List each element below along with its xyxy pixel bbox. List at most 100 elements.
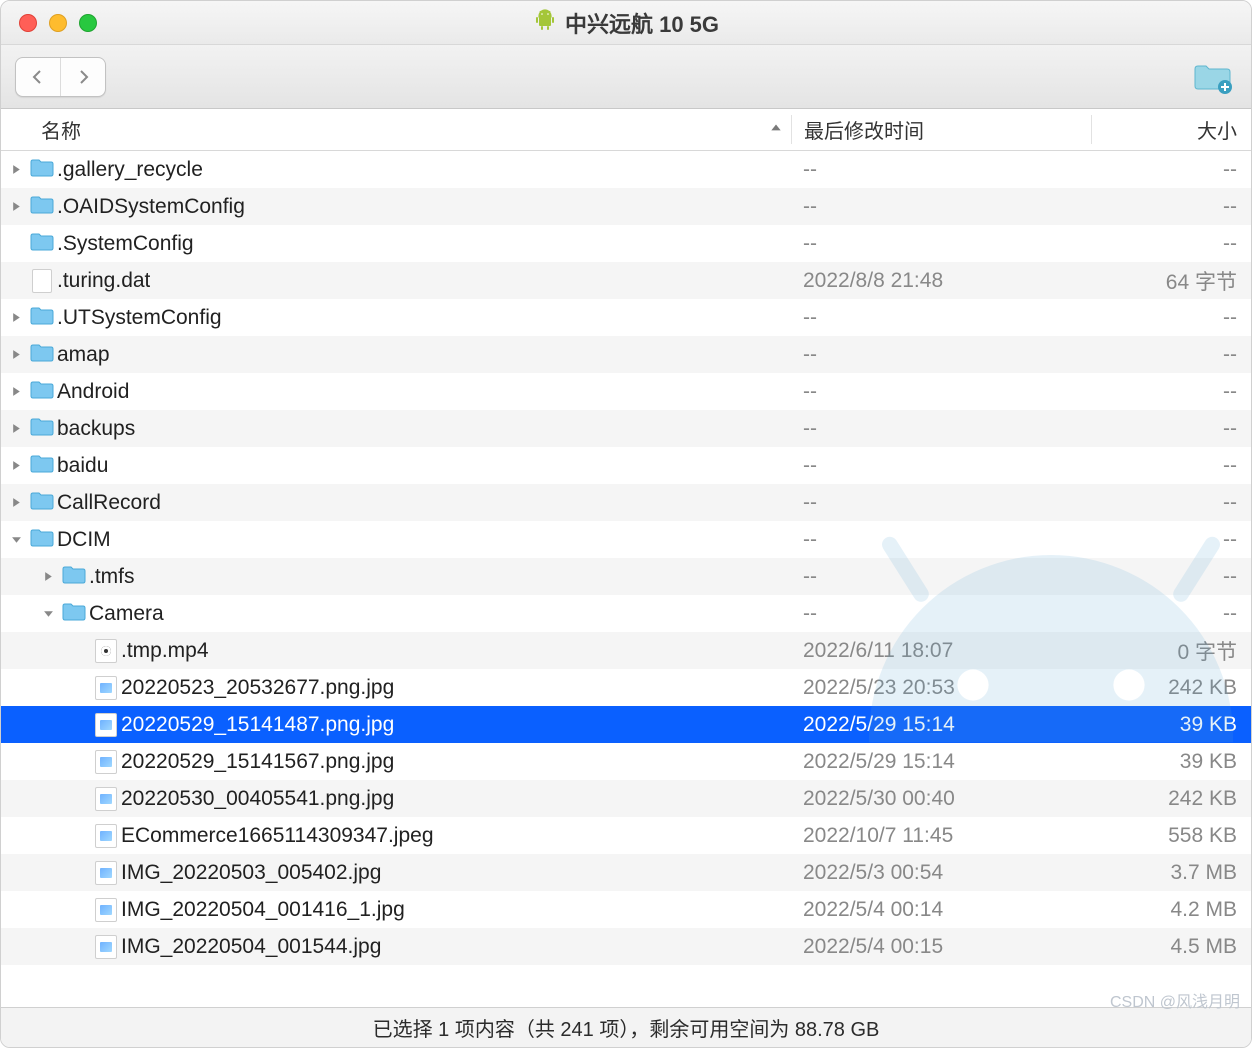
- file-name: IMG_20220504_001416_1.jpg: [121, 898, 405, 922]
- video-file-icon: [95, 639, 117, 663]
- cell-date: 2022/5/4 00:14: [791, 898, 1091, 922]
- folder-icon: [61, 600, 87, 628]
- cell-name: IMG_20220504_001544.jpg: [1, 935, 791, 959]
- file-name: .tmfs: [89, 565, 135, 589]
- table-row[interactable]: .tmp.mp42022/6/11 18:070 字节: [1, 632, 1251, 669]
- disclosure-triangle-icon[interactable]: [5, 164, 27, 175]
- image-file-icon: [95, 713, 117, 737]
- cell-size: --: [1091, 158, 1251, 182]
- image-file-icon: [95, 935, 117, 959]
- file-list[interactable]: .gallery_recycle----.OAIDSystemConfig---…: [1, 151, 1251, 1007]
- file-name: Android: [57, 380, 129, 404]
- cell-size: --: [1091, 306, 1251, 330]
- cell-date: 2022/5/29 15:14: [791, 713, 1091, 737]
- column-date-label: 最后修改时间: [804, 121, 924, 143]
- disclosure-triangle-icon[interactable]: [5, 312, 27, 323]
- table-row[interactable]: Android----: [1, 373, 1251, 410]
- file-name: DCIM: [57, 528, 111, 552]
- file-name: IMG_20220503_005402.jpg: [121, 861, 381, 885]
- table-row[interactable]: IMG_20220504_001416_1.jpg2022/5/4 00:144…: [1, 891, 1251, 928]
- disclosure-triangle-icon[interactable]: [5, 460, 27, 471]
- disclosure-triangle-icon[interactable]: [5, 349, 27, 360]
- folder-icon: [29, 378, 55, 406]
- table-row[interactable]: .tmfs----: [1, 558, 1251, 595]
- cell-name: Android: [1, 378, 791, 406]
- window-title-text: 中兴远航 10 5G: [565, 7, 719, 39]
- cell-date: 2022/10/7 11:45: [791, 824, 1091, 848]
- image-file-icon: [95, 787, 117, 811]
- cell-size: --: [1091, 232, 1251, 256]
- folder-icon: [29, 193, 55, 221]
- cell-size: 3.7 MB: [1091, 861, 1251, 885]
- cell-size: 242 KB: [1091, 787, 1251, 811]
- table-row[interactable]: 20220523_20532677.png.jpg2022/5/23 20:53…: [1, 669, 1251, 706]
- cell-name: 20220523_20532677.png.jpg: [1, 676, 791, 700]
- disclosure-triangle-icon[interactable]: [5, 497, 27, 508]
- table-row[interactable]: 20220529_15141567.png.jpg2022/5/29 15:14…: [1, 743, 1251, 780]
- cell-date: 2022/8/8 21:48: [791, 269, 1091, 293]
- cell-name: .gallery_recycle: [1, 156, 791, 184]
- cell-name: backups: [1, 415, 791, 443]
- disclosure-triangle-icon[interactable]: [37, 571, 59, 582]
- file-name: ECommerce1665114309347.jpeg: [121, 824, 434, 848]
- cell-size: 558 KB: [1091, 824, 1251, 848]
- table-row[interactable]: .OAIDSystemConfig----: [1, 188, 1251, 225]
- column-size[interactable]: 大小: [1091, 115, 1251, 144]
- cell-name: 20220529_15141567.png.jpg: [1, 750, 791, 774]
- cell-name: amap: [1, 341, 791, 369]
- table-row[interactable]: 20220529_15141487.png.jpg 2022/5/29 15:14…: [1, 706, 1251, 743]
- file-name: .SystemConfig: [57, 232, 194, 256]
- status-text: 已选择 1 项内容（共 241 项），剩余可用空间为 88.78 GB: [373, 1013, 880, 1042]
- folder-icon: [29, 156, 55, 184]
- table-row[interactable]: DCIM----: [1, 521, 1251, 558]
- table-row[interactable]: ECommerce1665114309347.jpeg 2022/10/7 11:…: [1, 817, 1251, 854]
- table-row[interactable]: .UTSystemConfig----: [1, 299, 1251, 336]
- table-row[interactable]: IMG_20220503_005402.jpg 2022/5/3 00:543.7…: [1, 854, 1251, 891]
- disclosure-triangle-icon[interactable]: [37, 608, 59, 619]
- table-row[interactable]: CallRecord----: [1, 484, 1251, 521]
- image-file-icon: [95, 676, 117, 700]
- table-row[interactable]: amap----: [1, 336, 1251, 373]
- column-date[interactable]: 最后修改时间: [791, 115, 1091, 144]
- window-title: 中兴远航 10 5G: [1, 7, 1251, 39]
- table-row[interactable]: 20220530_00405541.png.jpg2022/5/30 00:40…: [1, 780, 1251, 817]
- folder-icon: [29, 415, 55, 443]
- cell-name: .OAIDSystemConfig: [1, 193, 791, 221]
- finder-window: 中兴远航 10 5G 名称 最后修: [0, 0, 1252, 1048]
- table-row[interactable]: .SystemConfig ----: [1, 225, 1251, 262]
- file-name: 20220529_15141487.png.jpg: [121, 713, 394, 737]
- sort-indicator-icon: [769, 118, 783, 141]
- table-row[interactable]: backups----: [1, 410, 1251, 447]
- file-name: .OAIDSystemConfig: [57, 195, 245, 219]
- titlebar: 中兴远航 10 5G: [1, 1, 1251, 45]
- file-name: amap: [57, 343, 110, 367]
- cell-date: 2022/6/11 18:07: [791, 639, 1091, 663]
- file-name: 20220529_15141567.png.jpg: [121, 750, 394, 774]
- cell-date: 2022/5/3 00:54: [791, 861, 1091, 885]
- folder-icon: [29, 304, 55, 332]
- image-file-icon: [95, 750, 117, 774]
- forward-button[interactable]: [61, 58, 105, 96]
- disclosure-triangle-icon[interactable]: [5, 201, 27, 212]
- cell-date: 2022/5/4 00:15: [791, 935, 1091, 959]
- folder-icon: [61, 563, 87, 591]
- cell-name: Camera: [1, 600, 791, 628]
- column-header: 名称 最后修改时间 大小: [1, 109, 1251, 151]
- new-folder-button[interactable]: [1189, 56, 1237, 98]
- disclosure-triangle-icon[interactable]: [5, 386, 27, 397]
- table-row[interactable]: .gallery_recycle----: [1, 151, 1251, 188]
- table-row[interactable]: .turing.dat2022/8/8 21:4864 字节: [1, 262, 1251, 299]
- disclosure-triangle-icon[interactable]: [5, 423, 27, 434]
- folder-icon: [29, 230, 55, 258]
- cell-name: .tmfs: [1, 563, 791, 591]
- disclosure-triangle-icon[interactable]: [5, 534, 27, 545]
- table-row[interactable]: IMG_20220504_001544.jpg2022/5/4 00:154.5…: [1, 928, 1251, 965]
- cell-date: --: [791, 232, 1091, 256]
- file-name: backups: [57, 417, 135, 441]
- table-row[interactable]: baidu----: [1, 447, 1251, 484]
- folder-icon: [29, 526, 55, 554]
- cell-date: --: [791, 195, 1091, 219]
- back-button[interactable]: [16, 58, 60, 96]
- table-row[interactable]: Camera----: [1, 595, 1251, 632]
- column-name[interactable]: 名称: [1, 115, 791, 144]
